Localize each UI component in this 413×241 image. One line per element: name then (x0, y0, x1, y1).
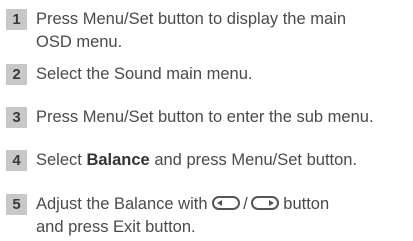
step-text-suffix: button (278, 195, 330, 213)
step-text-suffix: and press Menu/Set button. (149, 151, 358, 169)
step-text-prefix: Select (36, 151, 87, 169)
step-text: Press Menu/Set button to enter the sub m… (36, 108, 374, 126)
step-number-badge: 2 (6, 64, 27, 85)
step-number-badge: 5 (6, 194, 27, 215)
step-text-line-1: Press Menu/Set button to display the mai… (36, 10, 347, 28)
step-text: Select Balance and press Menu/Set button… (36, 149, 406, 172)
step-number-badge: 3 (6, 107, 27, 128)
icon-separator: / (243, 195, 248, 213)
left-arrow-button-icon (212, 196, 241, 210)
step-text: Adjust the Balance with / button and pre… (36, 193, 406, 239)
step-number-badge: 1 (6, 9, 27, 30)
instruction-steps: 1 Press Menu/Set button to display the m… (0, 0, 413, 241)
step-text: Press Menu/Set button to display the mai… (36, 8, 406, 54)
step-text-prefix: Adjust the Balance with (36, 195, 213, 213)
balance-emphasis: Balance (86, 151, 150, 169)
step-text-line-2: OSD menu. (36, 33, 123, 51)
step-text: Select the Sound main menu. (36, 65, 253, 83)
step-number-badge: 4 (6, 150, 27, 171)
right-arrow-button-icon (250, 196, 279, 210)
step-text-line-1: Adjust the Balance with / button (36, 193, 406, 216)
step-text-line-2: and press Exit button. (36, 218, 196, 236)
